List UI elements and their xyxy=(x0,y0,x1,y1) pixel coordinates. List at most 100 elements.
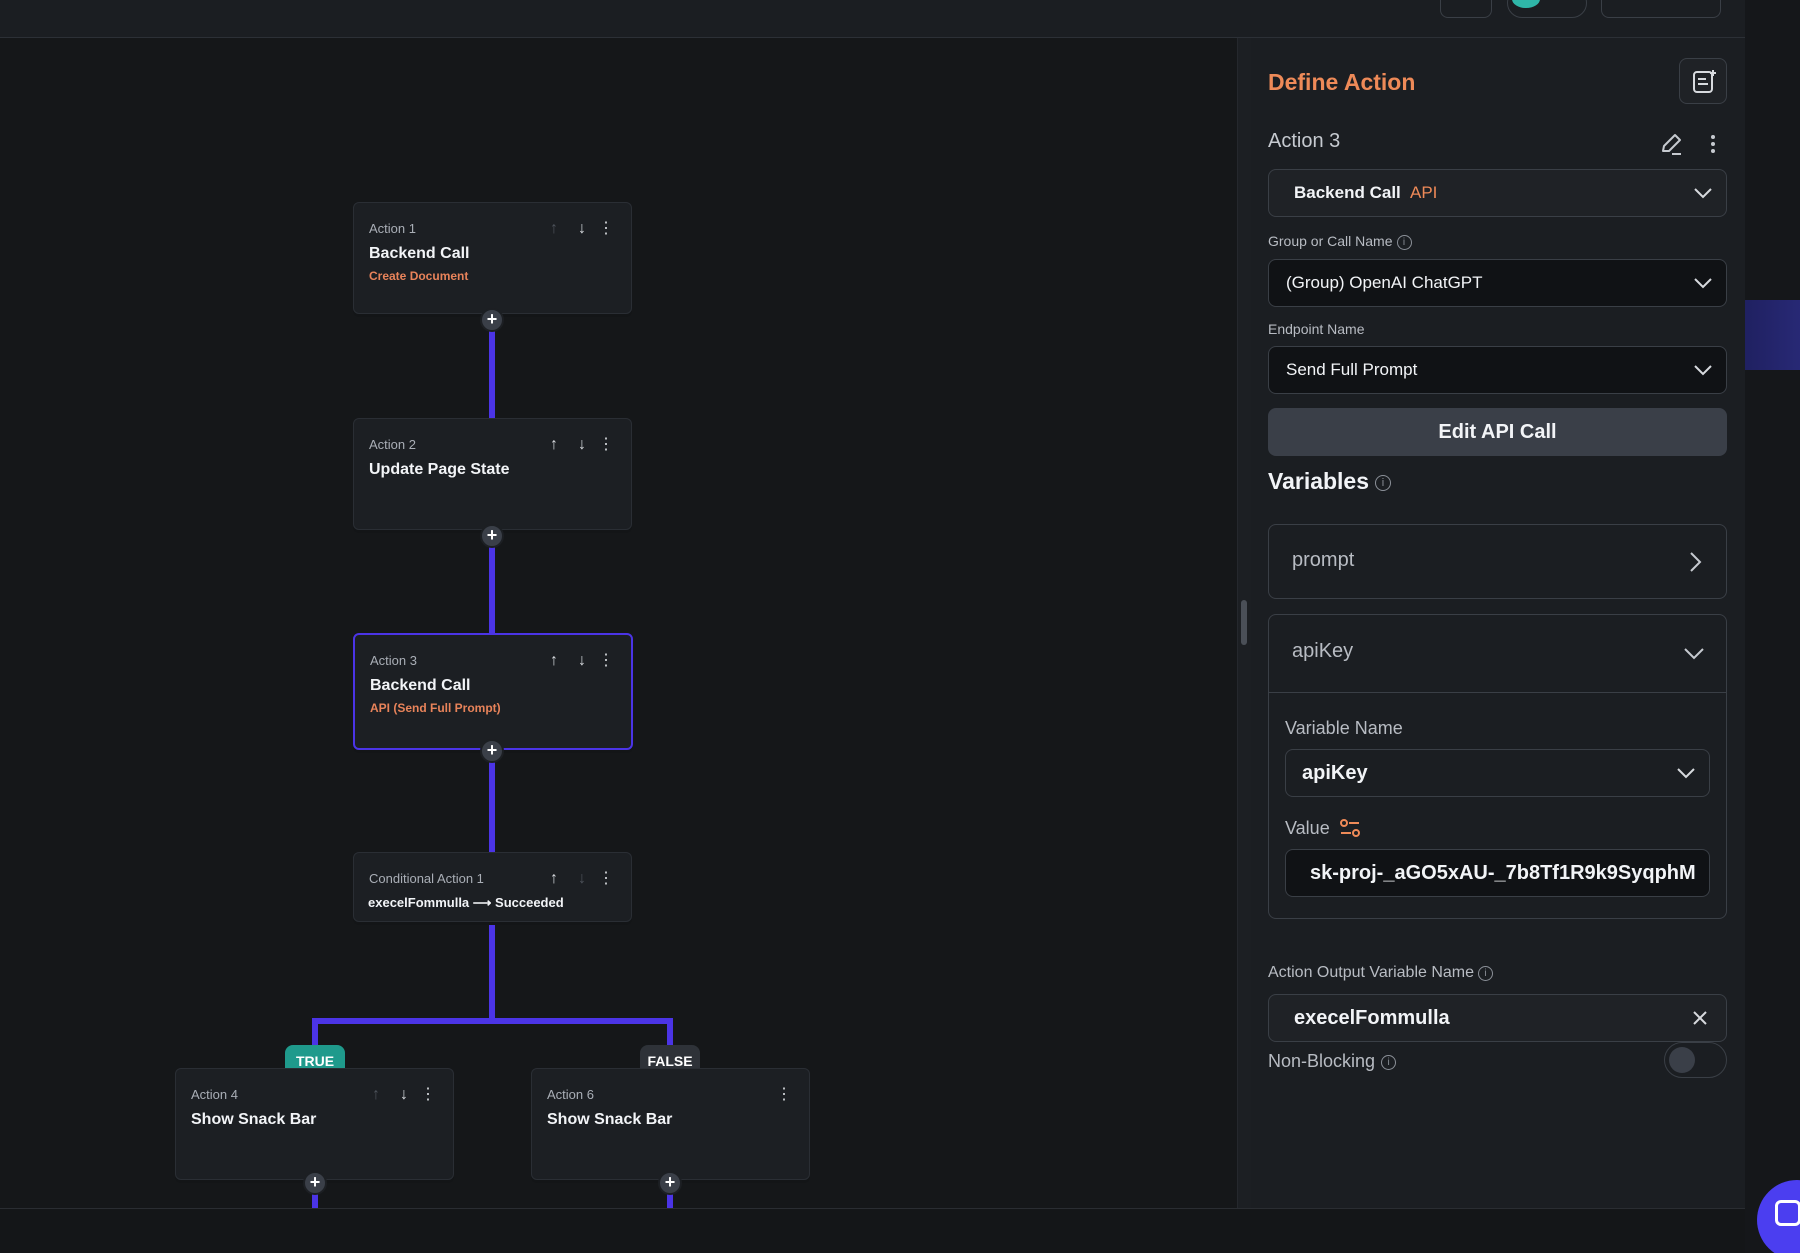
variable-name-label: Variable Name xyxy=(1285,718,1403,738)
action-number: Action 6 xyxy=(547,1087,594,1102)
define-action-panel: Define Action Action 3 Backend Call API … xyxy=(1251,38,1745,1208)
group-call-label-text: Group or Call Name xyxy=(1268,233,1393,249)
variable-name-value: apiKey xyxy=(1302,762,1368,784)
variable-name: prompt xyxy=(1292,549,1355,571)
variable-name-select[interactable]: apiKey xyxy=(1285,749,1710,797)
action-name-label: Action 3 xyxy=(1268,130,1341,152)
more-options-icon[interactable]: ⋮ xyxy=(596,219,616,239)
group-call-select[interactable]: (Group) OpenAI ChatGPT xyxy=(1268,259,1727,307)
add-action-button[interactable]: + xyxy=(658,1171,682,1195)
move-down-icon[interactable]: ↓ xyxy=(572,435,592,455)
action-flow-canvas[interactable]: Action 1 ↑ ↓ ⋮ Backend Call Create Docum… xyxy=(0,38,1237,1208)
chevron-down-icon xyxy=(1694,188,1712,199)
branch-connector xyxy=(312,1018,673,1024)
move-down-icon[interactable]: ↓ xyxy=(572,219,592,239)
move-down-icon[interactable]: ↓ xyxy=(394,1085,414,1105)
non-blocking-label: Non-Blocking i xyxy=(1268,1051,1397,1072)
divider xyxy=(1269,692,1726,693)
top-toolbar xyxy=(0,0,1745,38)
chevron-down-icon[interactable] xyxy=(1682,642,1706,664)
panel-title: Define Action xyxy=(1268,69,1416,95)
value-label: Value xyxy=(1285,818,1330,838)
value-text: sk-proj-_aGO5xAU-_7b8Tf1R9k9SyqphM xyxy=(1310,862,1696,884)
action-card-4[interactable]: Action 4 ↑ ↓ ⋮ Show Snack Bar xyxy=(175,1068,454,1180)
action-number: Action 4 xyxy=(191,1087,238,1102)
non-blocking-toggle[interactable] xyxy=(1664,1042,1727,1078)
toggle-knob xyxy=(1669,1047,1695,1073)
move-up-icon[interactable]: ↑ xyxy=(544,435,564,455)
more-options-icon[interactable] xyxy=(1699,130,1727,158)
edit-api-call-button[interactable]: Edit API Call xyxy=(1268,408,1727,456)
more-options-icon[interactable]: ⋮ xyxy=(418,1085,438,1105)
chevron-down-icon xyxy=(1694,365,1712,376)
action-type-tag: API xyxy=(1410,183,1438,202)
value-input[interactable]: sk-proj-_aGO5xAU-_7b8Tf1R9k9SyqphM xyxy=(1285,849,1710,897)
action-title: Show Snack Bar xyxy=(547,1111,673,1128)
move-down-icon[interactable]: ↓ xyxy=(572,651,592,671)
add-action-button[interactable]: + xyxy=(303,1171,327,1195)
action-subtitle: Create Document xyxy=(369,269,469,283)
more-options-icon[interactable]: ⋮ xyxy=(596,435,616,455)
non-blocking-label-text: Non-Blocking xyxy=(1268,1051,1376,1071)
more-options-icon[interactable]: ⋮ xyxy=(596,869,616,889)
output-variable-label-text: Action Output Variable Name xyxy=(1268,964,1475,981)
endpoint-select[interactable]: Send Full Prompt xyxy=(1268,346,1727,394)
toolbar-button[interactable] xyxy=(1601,0,1721,18)
output-variable-input[interactable]: execelFommulla xyxy=(1268,994,1727,1042)
variables-title-text: Variables xyxy=(1268,468,1370,494)
action-card-1[interactable]: Action 1 ↑ ↓ ⋮ Backend Call Create Docum… xyxy=(353,202,632,314)
move-up-icon[interactable]: ↑ xyxy=(544,651,564,671)
info-icon[interactable]: i xyxy=(1478,966,1494,981)
chevron-right-icon xyxy=(1690,552,1702,572)
resize-handle[interactable] xyxy=(1241,600,1247,645)
edit-pencil-icon[interactable] xyxy=(1657,130,1685,158)
action-card-6[interactable]: Action 6 ⋮ Show Snack Bar xyxy=(531,1068,810,1180)
more-options-icon[interactable]: ⋮ xyxy=(596,651,616,671)
add-action-button[interactable]: + xyxy=(480,308,504,332)
action-number: Conditional Action 1 xyxy=(369,871,484,886)
action-number: Action 2 xyxy=(369,437,416,452)
move-up-icon: ↑ xyxy=(372,1086,380,1103)
variables-title: Variables i xyxy=(1268,468,1392,495)
right-edge-strip xyxy=(1745,0,1800,1253)
info-icon[interactable]: i xyxy=(1381,1055,1397,1070)
action-number: Action 1 xyxy=(369,221,416,236)
add-action-button[interactable]: + xyxy=(480,739,504,763)
flow-connector xyxy=(489,920,495,1023)
action-number: Action 3 xyxy=(370,653,417,668)
highlight-glow xyxy=(1745,300,1800,370)
action-subtitle: API (Send Full Prompt) xyxy=(370,701,501,715)
chat-icon xyxy=(1775,1200,1800,1226)
action-title: Backend Call xyxy=(370,677,471,694)
chevron-down-icon xyxy=(1677,768,1695,779)
action-title: Backend Call xyxy=(369,245,470,262)
action-card-3[interactable]: Action 3 ↑ ↓ ⋮ Backend Call API (Send Fu… xyxy=(353,633,633,750)
toolbar-button[interactable] xyxy=(1440,0,1492,18)
more-options-icon[interactable]: ⋮ xyxy=(774,1085,794,1105)
action-type-label: Backend Call xyxy=(1294,183,1401,202)
add-note-button[interactable] xyxy=(1679,58,1727,104)
action-type-select[interactable]: Backend Call API xyxy=(1268,169,1727,217)
move-down-icon: ↓ xyxy=(578,870,586,887)
settings-sliders-icon[interactable] xyxy=(1337,815,1363,841)
info-icon[interactable]: i xyxy=(1375,475,1392,491)
add-action-button[interactable]: + xyxy=(480,524,504,548)
condition-text: execelFommulla ⟶ Succeeded xyxy=(368,895,564,910)
bottom-bar xyxy=(0,1208,1745,1253)
variable-name[interactable]: apiKey xyxy=(1292,640,1353,663)
main-editor: Action 1 ↑ ↓ ⋮ Backend Call Create Docum… xyxy=(0,38,1745,1208)
move-up-icon: ↑ xyxy=(550,220,558,237)
variable-row-prompt[interactable]: prompt xyxy=(1268,524,1727,599)
action-title: Show Snack Bar xyxy=(191,1111,317,1128)
close-icon[interactable] xyxy=(1690,1008,1710,1028)
info-icon[interactable]: i xyxy=(1396,235,1412,250)
output-variable-label: Action Output Variable Name i xyxy=(1268,964,1494,982)
conditional-action-card[interactable]: Conditional Action 1 ↑ ↓ ⋮ execelFommull… xyxy=(353,852,632,922)
chevron-down-icon xyxy=(1694,278,1712,289)
action-title: Update Page State xyxy=(369,461,510,478)
group-call-value: (Group) OpenAI ChatGPT xyxy=(1286,273,1483,292)
endpoint-value: Send Full Prompt xyxy=(1286,360,1418,379)
move-up-icon[interactable]: ↑ xyxy=(544,869,564,889)
output-variable-value: execelFommulla xyxy=(1294,1007,1450,1029)
action-card-2[interactable]: Action 2 ↑ ↓ ⋮ Update Page State xyxy=(353,418,632,530)
